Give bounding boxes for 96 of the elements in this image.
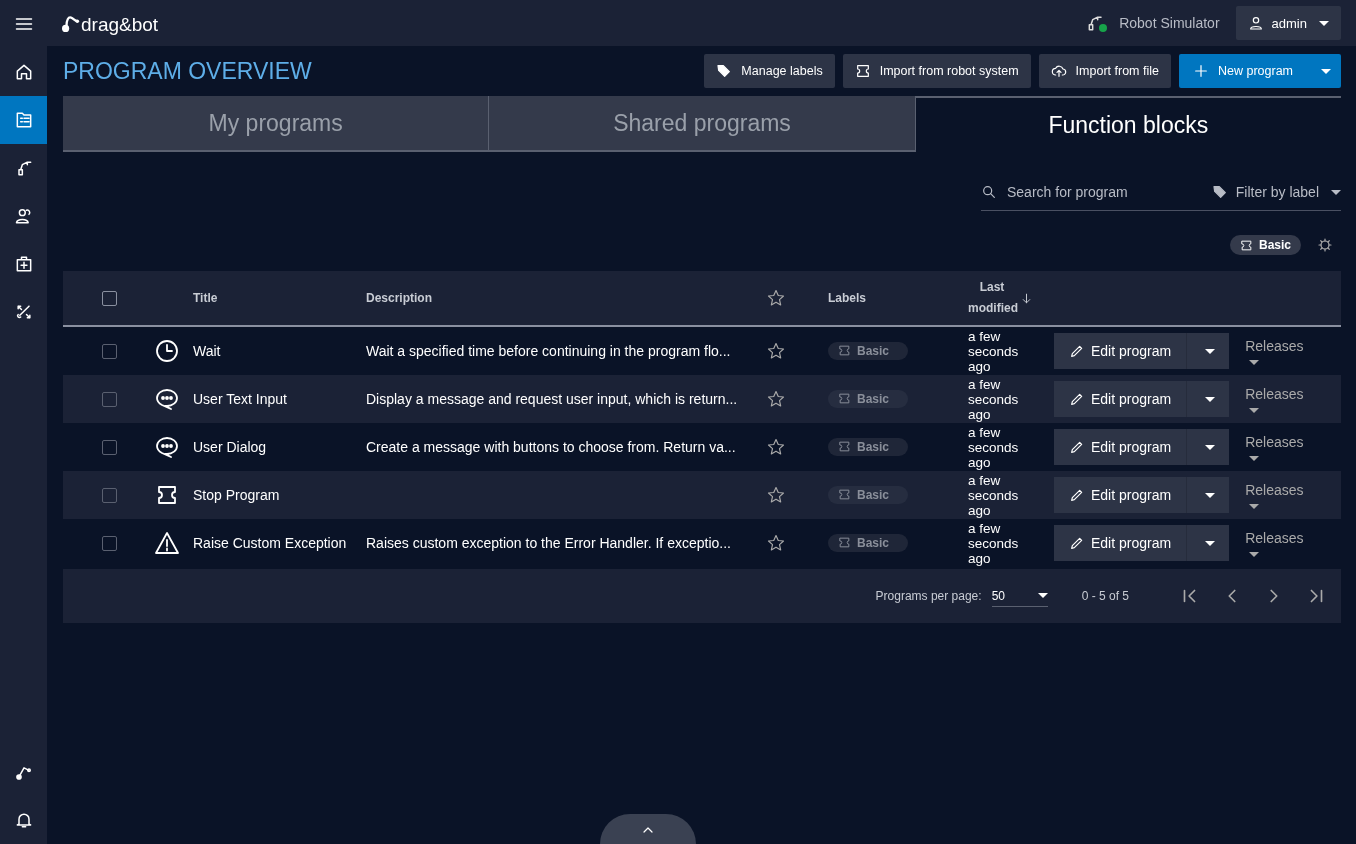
edit-program-button[interactable]: Edit program (1054, 333, 1187, 369)
caret-icon (1249, 503, 1260, 509)
robot-name: Robot Simulator (1119, 15, 1220, 31)
releases-dropdown[interactable]: Releases (1245, 529, 1304, 557)
puzzle-block-icon (838, 488, 851, 502)
edit-program-button[interactable]: Edit program (1054, 525, 1187, 561)
edit-program-button[interactable]: Edit program (1054, 381, 1187, 417)
settings-icon[interactable] (1317, 237, 1333, 253)
puzzle-block-icon (838, 536, 851, 550)
star-icon[interactable] (766, 485, 786, 505)
program-title: User Dialog (193, 439, 267, 455)
label-chip: Basic (828, 437, 908, 456)
sort-arrow-icon[interactable] (1020, 291, 1033, 305)
label-chip: Basic (828, 389, 908, 408)
plus-icon (1192, 63, 1209, 79)
chat-bubble-icon (155, 435, 179, 459)
releases-dropdown[interactable]: Releases (1245, 481, 1304, 509)
chat-bubble-icon (155, 387, 179, 411)
row-checkbox[interactable] (101, 343, 117, 359)
pencil-icon (1069, 487, 1085, 503)
pencil-icon (1069, 343, 1085, 359)
puzzle-block-icon (838, 440, 851, 454)
edit-program-button[interactable]: Edit program (1054, 477, 1187, 513)
puzzle-block-icon (854, 63, 871, 79)
row-checkbox[interactable] (101, 391, 117, 407)
per-page-label: Programs per page: (875, 589, 982, 603)
caret-icon (1205, 348, 1216, 354)
clock-icon (155, 339, 179, 363)
puzzle-block-icon (1239, 238, 1253, 252)
caret-icon (1205, 396, 1216, 402)
program-description: Raises custom exception to the Error Handler. If exceptio... (366, 535, 731, 551)
toolbar-button[interactable]: Manage labels (704, 54, 835, 88)
caret-icon (1205, 444, 1216, 450)
tab[interactable]: Shared programs (489, 96, 916, 152)
releases-dropdown[interactable]: Releases (1245, 337, 1304, 365)
tab[interactable]: My programs (63, 96, 490, 152)
logo-text: drag&bot (81, 15, 159, 34)
label-chip[interactable]: Basic (1229, 235, 1301, 255)
program-title: Raise Custom Exception (193, 535, 347, 551)
pencil-icon (1069, 439, 1085, 455)
warning-icon (155, 531, 179, 555)
cloud-upload-icon (1050, 63, 1067, 79)
caret-icon (1249, 455, 1260, 461)
caret-icon (1249, 551, 1260, 557)
user-icon (1247, 15, 1264, 31)
row-checkbox[interactable] (101, 487, 117, 503)
new-program-button[interactable]: New program (1178, 54, 1307, 88)
puzzle-block-icon (155, 483, 179, 507)
column-header[interactable]: Last modified (968, 277, 1016, 319)
releases-dropdown[interactable]: Releases (1245, 385, 1304, 413)
label-chip: Basic (828, 533, 908, 552)
star-icon[interactable] (766, 341, 786, 361)
toolbar-button[interactable]: Import from robot system (842, 54, 1031, 88)
star-icon[interactable] (766, 288, 786, 308)
per-page-select[interactable]: 50 (991, 585, 1048, 607)
program-description: Wait a specified time before continuing in the program flo... (366, 343, 731, 359)
program-title: Wait (193, 343, 221, 359)
caret-icon (1205, 540, 1216, 546)
caret-icon (1249, 359, 1260, 365)
column-header[interactable]: Labels (828, 291, 968, 305)
program-description: Display a message and request user input, which is return... (366, 391, 738, 407)
column-header[interactable]: Title (193, 291, 366, 305)
filter-dropdown[interactable]: Filter by label (1235, 184, 1319, 200)
page-title: PROGRAM OVERVIEW (63, 57, 312, 85)
page-range: 0 - 5 of 5 (1081, 589, 1129, 603)
caret-icon[interactable] (1331, 189, 1341, 195)
tag-icon (1211, 184, 1228, 200)
program-description: Create a message with buttons to choose from. Return va... (366, 439, 736, 455)
caret-icon (1249, 407, 1260, 413)
modified-time: a few seconds ago (968, 520, 1020, 566)
caret-icon (1321, 68, 1331, 74)
releases-dropdown[interactable]: Releases (1245, 433, 1304, 461)
program-title: User Text Input (193, 391, 287, 407)
label-chip: Basic (828, 485, 908, 504)
tags-icon (716, 63, 733, 79)
search-field[interactable]: Search for program Filter by label (981, 179, 1341, 211)
caret-icon (1205, 492, 1216, 498)
star-icon[interactable] (766, 389, 786, 409)
select-all-checkbox[interactable] (101, 290, 117, 306)
pencil-icon (1069, 391, 1085, 407)
program-title: Stop Program (193, 487, 280, 503)
row-checkbox[interactable] (101, 439, 117, 455)
puzzle-block-icon (838, 392, 851, 406)
row-checkbox[interactable] (101, 535, 117, 551)
pencil-icon (1069, 535, 1085, 551)
puzzle-block-icon (838, 344, 851, 358)
column-header[interactable]: Description (366, 291, 766, 305)
star-icon[interactable] (766, 533, 786, 553)
star-icon[interactable] (766, 437, 786, 457)
edit-program-button[interactable]: Edit program (1054, 429, 1187, 465)
caret-icon (1319, 20, 1329, 26)
user-menu-button[interactable]: admin (1235, 6, 1341, 40)
toolbar-button[interactable]: Import from file (1038, 54, 1171, 88)
search-icon (981, 184, 997, 200)
caret-icon (1037, 593, 1048, 598)
label-chip: Basic (828, 341, 908, 360)
